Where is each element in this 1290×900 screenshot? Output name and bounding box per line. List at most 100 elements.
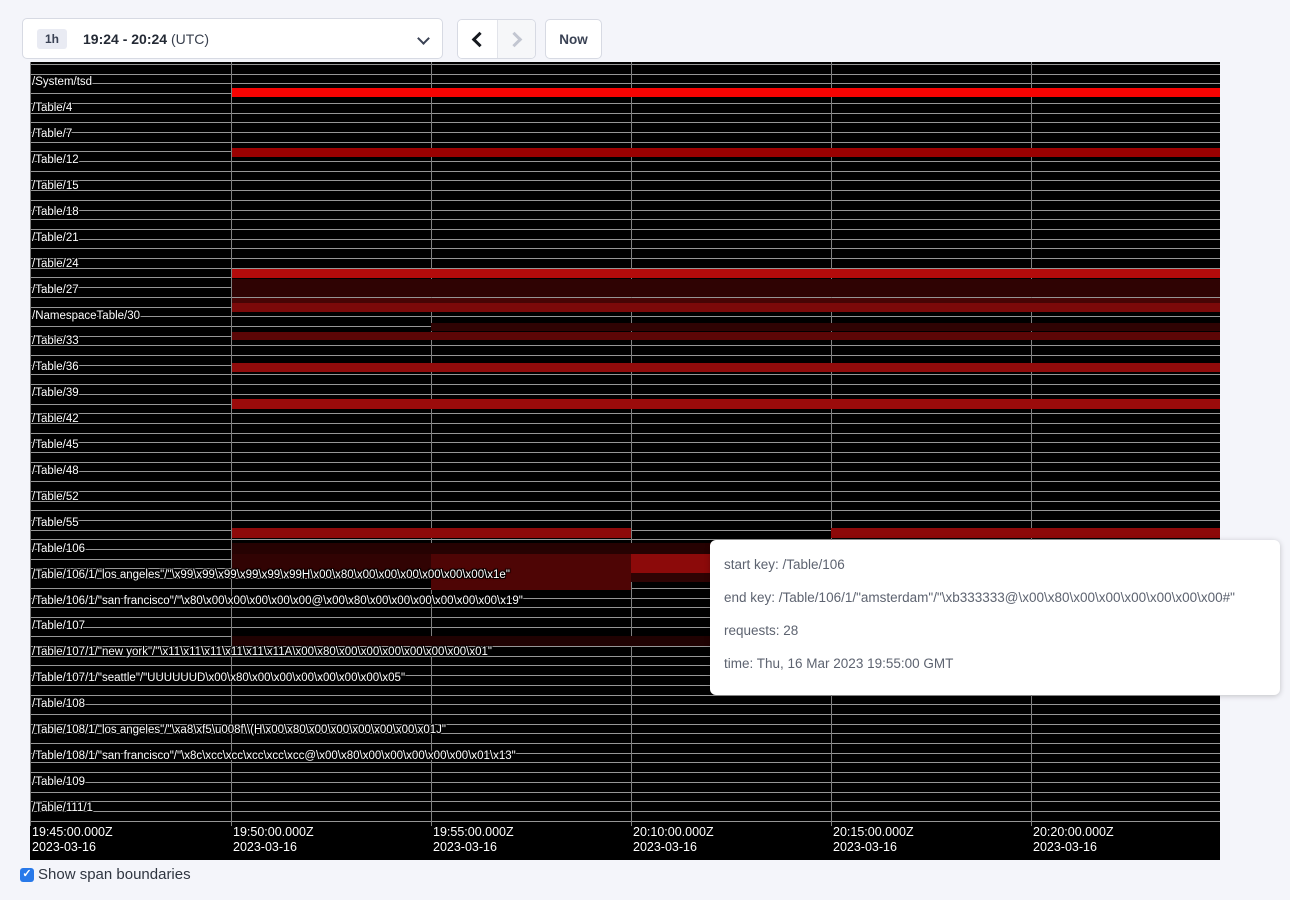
now-button[interactable]: Now <box>545 19 602 59</box>
time-gridline <box>30 62 31 826</box>
span-boundary-line <box>30 423 1220 424</box>
heat-band <box>831 528 1220 538</box>
row-label: /System/tsd <box>32 76 92 89</box>
heat-band <box>232 528 631 538</box>
time-range-selector[interactable]: 1h 19:24 - 20:24 (UTC) <box>22 18 443 59</box>
chevron-right-icon <box>506 31 522 47</box>
row-label: /Table/106 <box>32 543 85 556</box>
span-boundary-line <box>30 345 1220 346</box>
tooltip-time: time: Thu, 16 Mar 2023 19:55:00 GMT <box>724 654 1266 674</box>
next-time-window-button[interactable] <box>497 20 536 58</box>
heat-band <box>232 363 1220 372</box>
span-boundary-line <box>30 394 1220 395</box>
row-label: /Table/108/1/"san francisco"/"\x8c\xcc\x… <box>32 750 516 763</box>
span-boundary-line <box>30 433 1220 434</box>
span-boundary-line <box>30 258 1220 259</box>
span-boundary-line <box>30 413 1220 414</box>
time-gridline <box>631 62 632 826</box>
span-boundary-line <box>30 142 1220 143</box>
span-boundary-line <box>30 501 1220 502</box>
row-label: /Table/106/1/"san francisco"/"\x80\x00\x… <box>32 595 523 608</box>
time-range-text: 19:24 - 20:24 <box>83 31 167 47</box>
span-boundary-line <box>30 122 1220 123</box>
show-span-boundaries-row: ✓ Show span boundaries <box>20 866 191 883</box>
heat-band <box>232 148 1220 157</box>
time-gridline <box>831 62 832 826</box>
tooltip-requests: requests: 28 <box>724 621 1266 641</box>
row-label: /Table/36 <box>32 361 79 374</box>
span-boundary-line <box>30 491 1220 492</box>
span-boundary-line <box>30 782 1220 783</box>
time-tick-label: 19:50:00.000Z2023-03-16 <box>233 825 314 855</box>
heat-band <box>232 303 1220 312</box>
span-boundary-line <box>30 83 1220 84</box>
span-boundary-line <box>30 219 1220 220</box>
span-boundary-line <box>30 520 1220 521</box>
chevron-left-icon <box>471 31 487 47</box>
time-gridline <box>231 62 232 826</box>
time-range-timezone: (UTC) <box>171 31 209 47</box>
heat-band <box>232 279 1220 297</box>
row-label: /Table/18 <box>32 206 79 219</box>
span-boundary-line <box>30 384 1220 385</box>
key-visualizer-canvas[interactable]: /System/tsd/Table/4/Table/7/Table/12/Tab… <box>30 62 1220 860</box>
prev-time-window-button[interactable] <box>458 20 497 58</box>
hover-tooltip: start key: /Table/106 end key: /Table/10… <box>710 540 1280 695</box>
span-boundary-line <box>30 132 1220 133</box>
span-boundary-line <box>30 190 1220 191</box>
span-boundary-line <box>30 743 1220 744</box>
heat-band <box>232 88 1220 97</box>
show-span-boundaries-label[interactable]: Show span boundaries <box>38 866 191 883</box>
row-label: /Table/45 <box>32 439 79 452</box>
time-gridline <box>1031 62 1032 826</box>
row-label: /Table/15 <box>32 180 79 193</box>
span-boundary-line <box>30 64 1220 65</box>
span-boundary-line <box>30 210 1220 211</box>
heat-band <box>232 332 1220 340</box>
row-label: /Table/39 <box>32 387 79 400</box>
row-label: /Table/7 <box>32 128 72 141</box>
span-boundary-line <box>30 442 1220 443</box>
row-label: /Table/48 <box>32 465 79 478</box>
span-boundary-line <box>30 113 1220 114</box>
time-range-value: 19:24 - 20:24 (UTC) <box>83 31 209 47</box>
row-label: /Table/108/1/"los angeles"/"\xa8\xf5\u00… <box>32 724 446 737</box>
tooltip-start-key: start key: /Table/106 <box>724 555 1266 575</box>
tooltip-end-key: end key: /Table/106/1/"amsterdam"/"\xb33… <box>724 588 1266 608</box>
row-label: /Table/42 <box>32 413 79 426</box>
span-boundary-line <box>30 714 1220 715</box>
heat-band <box>232 399 1220 409</box>
span-boundary-line <box>30 792 1220 793</box>
span-boundary-line <box>30 821 1220 822</box>
span-boundary-line <box>30 180 1220 181</box>
time-tick-label: 19:45:00.000Z2023-03-16 <box>32 825 113 855</box>
span-boundary-line <box>30 704 1220 705</box>
toolbar: 1h 19:24 - 20:24 (UTC) Now <box>0 0 1290 62</box>
span-boundary-line <box>30 471 1220 472</box>
span-boundary-line <box>30 374 1220 375</box>
show-span-boundaries-checkbox[interactable]: ✓ <box>20 868 34 882</box>
span-boundary-line <box>30 161 1220 162</box>
row-label: /Table/55 <box>32 517 79 530</box>
span-boundary-line <box>30 171 1220 172</box>
span-boundary-line <box>30 462 1220 463</box>
row-label: /Table/33 <box>32 335 79 348</box>
time-gridline <box>431 62 432 826</box>
row-label: /Table/52 <box>32 491 79 504</box>
heat-band <box>232 269 1220 278</box>
row-label: /Table/111/1 <box>32 802 93 815</box>
span-boundary-line <box>30 103 1220 104</box>
span-boundary-line <box>30 316 1220 317</box>
span-boundary-line <box>30 811 1220 812</box>
row-label: /Table/107 <box>32 620 85 633</box>
span-boundary-line <box>30 481 1220 482</box>
row-label: /Table/4 <box>32 102 72 115</box>
time-tick-label: 20:15:00.000Z2023-03-16 <box>833 825 914 855</box>
span-boundary-line <box>30 772 1220 773</box>
row-label: /NamespaceTable/30 <box>32 310 140 323</box>
span-boundary-line <box>30 452 1220 453</box>
span-boundary-line <box>30 248 1220 249</box>
span-boundary-line <box>30 355 1220 356</box>
heat-band <box>431 323 1220 331</box>
row-label: /Table/108 <box>32 698 85 711</box>
